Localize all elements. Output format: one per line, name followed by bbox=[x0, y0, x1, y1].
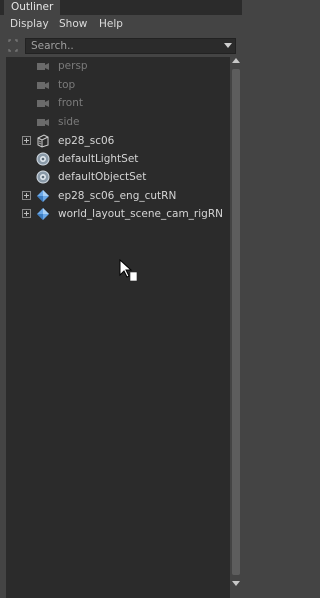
camera-icon bbox=[37, 100, 49, 107]
outliner-row-persp[interactable]: persp bbox=[6, 57, 230, 75]
outliner-row-label: persp bbox=[58, 60, 88, 72]
outliner-row-label: top bbox=[58, 79, 76, 91]
menu-show[interactable]: Show bbox=[59, 15, 87, 33]
reference-icon bbox=[37, 208, 49, 220]
group-icon bbox=[37, 134, 49, 148]
outliner-row-side[interactable]: side bbox=[6, 113, 230, 131]
outliner-row-label: side bbox=[58, 116, 80, 128]
outliner-row-ep28-sc06[interactable]: ep28_sc06 bbox=[6, 132, 230, 150]
camera-icon bbox=[37, 82, 49, 89]
outliner-row-label: front bbox=[58, 97, 83, 109]
outliner-row-front[interactable]: front bbox=[6, 94, 230, 112]
outliner-row-top[interactable]: top bbox=[6, 76, 230, 94]
outliner-row-default-light-set[interactable]: defaultLightSet bbox=[6, 150, 230, 168]
camera-icon bbox=[37, 119, 49, 126]
tab-outliner-label: Outliner bbox=[11, 1, 54, 13]
outliner-row-ep28-sc06-eng-cutrn[interactable]: ep28_sc06_eng_cutRN bbox=[6, 187, 230, 205]
search-placeholder: Search.. bbox=[31, 40, 74, 52]
search-dropdown-icon[interactable] bbox=[224, 43, 232, 48]
mouse-cursor-icon bbox=[119, 259, 138, 282]
scroll-up-icon[interactable] bbox=[232, 58, 240, 63]
outliner-row-default-object-set[interactable]: defaultObjectSet bbox=[6, 168, 230, 186]
outliner-row-world-layout-scene-cam-rigrn[interactable]: world_layout_scene_cam_rigRN bbox=[6, 205, 230, 223]
set-icon bbox=[36, 170, 50, 184]
tab-outliner[interactable]: Outliner bbox=[4, 0, 61, 15]
search-input[interactable]: Search.. bbox=[25, 38, 236, 54]
outliner-row-label: world_layout_scene_cam_rigRN bbox=[58, 208, 223, 220]
grip-icon[interactable] bbox=[7, 39, 19, 52]
outliner-row-label: ep28_sc06 bbox=[58, 135, 115, 147]
scroll-down-icon[interactable] bbox=[232, 581, 240, 586]
menu-help[interactable]: Help bbox=[99, 15, 123, 33]
set-icon bbox=[36, 152, 50, 166]
vertical-scrollbar[interactable] bbox=[231, 57, 242, 598]
outliner-row-label: ep28_sc06_eng_cutRN bbox=[58, 190, 177, 202]
scroll-thumb[interactable] bbox=[232, 69, 240, 575]
expand-icon[interactable] bbox=[22, 191, 31, 200]
outliner-row-label: defaultObjectSet bbox=[58, 171, 147, 183]
outliner-row-label: defaultLightSet bbox=[58, 153, 139, 165]
reference-icon bbox=[37, 190, 49, 202]
camera-icon bbox=[37, 63, 49, 70]
tab-bar: Outliner bbox=[0, 0, 242, 15]
expand-icon[interactable] bbox=[22, 209, 31, 218]
menu-display[interactable]: Display bbox=[10, 15, 49, 33]
menu-bar: Display Show Help bbox=[0, 15, 242, 33]
search-row: Search.. bbox=[0, 37, 242, 56]
expand-icon[interactable] bbox=[22, 136, 31, 145]
